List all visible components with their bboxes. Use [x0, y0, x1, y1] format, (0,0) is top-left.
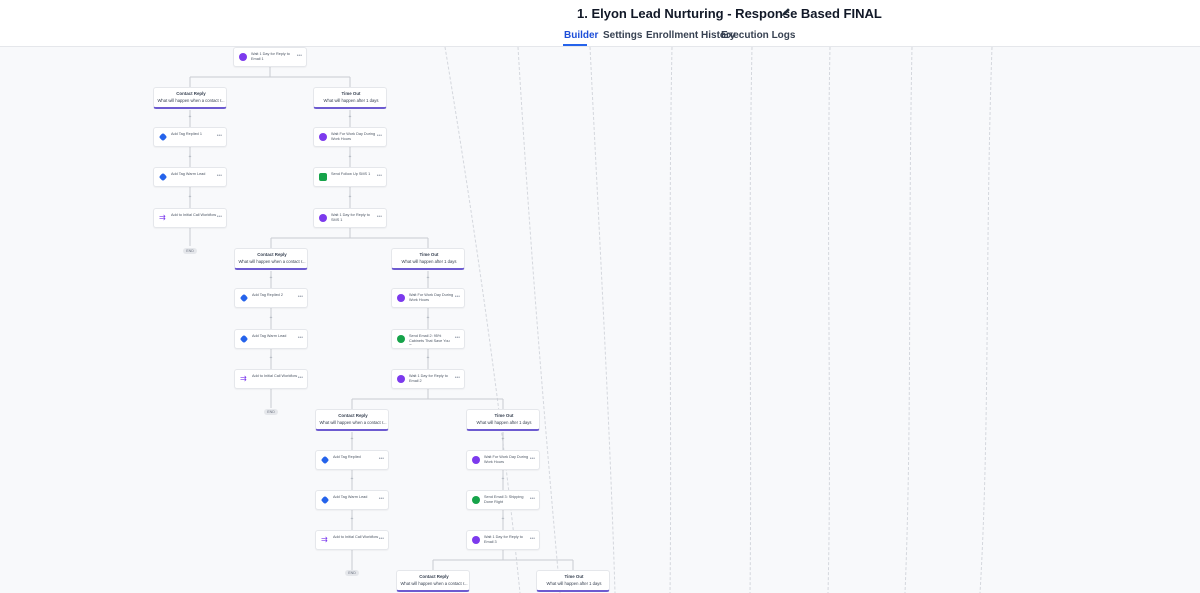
branch-time-out[interactable]: Time Out What will happen after 1 days — [466, 409, 540, 431]
tab-execution-logs[interactable]: Execution Logs — [721, 30, 795, 41]
workflow-node[interactable]: Add Tag Replied ••• — [315, 450, 389, 470]
workflow-node[interactable]: Wait For Work Day During Work Hours ••• — [391, 288, 465, 308]
add-step-button[interactable]: + — [187, 194, 193, 200]
branch-time-out[interactable]: Time Out What will happen after 1 days — [536, 570, 610, 592]
add-step-button[interactable]: + — [349, 476, 355, 482]
add-step-button[interactable]: + — [268, 315, 274, 321]
workflow-node[interactable]: Wait For Work Day During Work Hours ••• — [313, 127, 387, 147]
active-tab-indicator — [563, 44, 587, 46]
branch-contact-reply[interactable]: Contact Reply What will happen when a co… — [315, 409, 389, 431]
branch-contact-reply[interactable]: Contact Reply What will happen when a co… — [396, 570, 470, 592]
add-step-button[interactable]: + — [347, 114, 353, 120]
more-options-icon[interactable]: ••• — [377, 174, 382, 179]
clock-icon — [472, 536, 480, 544]
pencil-edit-icon[interactable] — [780, 5, 792, 19]
more-options-icon[interactable]: ••• — [298, 336, 303, 341]
workflow-node[interactable]: Wait 1 Day for Reply to Email 2 ••• — [391, 369, 465, 389]
tag-icon — [158, 132, 168, 142]
workflow-node[interactable]: Send Follow Up SMS 1 ••• — [313, 167, 387, 187]
clock-icon — [319, 133, 327, 141]
more-options-icon[interactable]: ••• — [455, 295, 460, 300]
more-options-icon[interactable]: ••• — [530, 537, 535, 542]
more-options-icon[interactable]: ••• — [530, 457, 535, 462]
more-options-icon[interactable]: ••• — [379, 537, 384, 542]
workflow-node[interactable]: ⇉ Add to Initial Call Workflow ••• — [153, 208, 227, 228]
add-step-button[interactable]: + — [425, 315, 431, 321]
email-icon — [397, 335, 405, 343]
tab-bar: Builder Settings Enrollment History Exec… — [0, 24, 1200, 47]
branch-time-out[interactable]: Time Out What will happen after 1 days — [313, 87, 387, 109]
more-options-icon[interactable]: ••• — [455, 376, 460, 381]
workflow-node[interactable]: Wait For Work Day During Work Hours ••• — [466, 450, 540, 470]
branch-contact-reply[interactable]: Contact Reply What will happen when a co… — [234, 248, 308, 270]
tag-icon — [158, 172, 168, 182]
clock-icon — [239, 53, 247, 61]
add-step-button[interactable]: + — [187, 114, 193, 120]
add-step-button[interactable]: + — [268, 275, 274, 281]
workflow-canvas[interactable]: Wait 1 Day for Reply to Email 1 ••• Cont… — [0, 47, 1200, 593]
end-marker: END — [264, 409, 278, 415]
branch-time-out[interactable]: Time Out What will happen after 1 days — [391, 248, 465, 270]
workflow-node[interactable]: Add Tag Warm Lead ••• — [315, 490, 389, 510]
more-options-icon[interactable]: ••• — [217, 174, 222, 179]
more-options-icon[interactable]: ••• — [379, 497, 384, 502]
add-to-workflow-icon: ⇉ — [321, 535, 328, 544]
add-step-button[interactable]: + — [349, 516, 355, 522]
workflow-node[interactable]: Add Tag Replied 2 ••• — [234, 288, 308, 308]
workflow-node[interactable]: Wait 1 Day for Reply to SMS 1 ••• — [313, 208, 387, 228]
tag-icon — [320, 455, 330, 465]
add-step-button[interactable]: + — [425, 355, 431, 361]
tab-builder[interactable]: Builder — [564, 30, 598, 41]
tag-icon — [320, 495, 330, 505]
tag-icon — [239, 334, 249, 344]
add-step-button[interactable]: + — [347, 154, 353, 160]
clock-icon — [397, 294, 405, 302]
sms-icon — [319, 173, 327, 181]
workflow-node[interactable]: Add Tag Warm Lead ••• — [234, 329, 308, 349]
clock-icon — [397, 375, 405, 383]
add-to-workflow-icon: ⇉ — [159, 213, 166, 222]
more-options-icon[interactable]: ••• — [217, 215, 222, 220]
add-step-button[interactable]: + — [500, 436, 506, 442]
more-options-icon[interactable]: ••• — [217, 134, 222, 139]
top-bar: 1. Elyon Lead Nurturing - Response Based… — [0, 0, 1200, 25]
add-step-button[interactable]: + — [500, 476, 506, 482]
tag-icon — [239, 293, 249, 303]
end-marker: END — [345, 570, 359, 576]
add-step-button[interactable]: + — [349, 436, 355, 442]
workflow-node[interactable]: ⇉ Add to Initial Call Workflow ••• — [234, 369, 308, 389]
branch-contact-reply[interactable]: Contact Reply What will happen when a co… — [153, 87, 227, 109]
workflow-node[interactable]: Send Email 3: Shipping Done Right ••• — [466, 490, 540, 510]
workflow-node[interactable]: Add Tag Replied 1 ••• — [153, 127, 227, 147]
clock-icon — [472, 456, 480, 464]
email-icon — [472, 496, 480, 504]
workflow-node[interactable]: Wait 1 Day for Reply to Email 3 ••• — [466, 530, 540, 550]
more-options-icon[interactable]: ••• — [377, 134, 382, 139]
more-options-icon[interactable]: ••• — [530, 497, 535, 502]
add-step-button[interactable]: + — [425, 275, 431, 281]
workflow-node[interactable]: Add Tag Warm Lead ••• — [153, 167, 227, 187]
workflow-node[interactable]: Send Email 2: 95% Cabinets That Save You… — [391, 329, 465, 349]
more-options-icon[interactable]: ••• — [298, 376, 303, 381]
add-step-button[interactable]: + — [347, 194, 353, 200]
more-options-icon[interactable]: ••• — [377, 215, 382, 220]
more-options-icon[interactable]: ••• — [379, 457, 384, 462]
more-options-icon[interactable]: ••• — [297, 54, 302, 59]
workflow-node[interactable]: ⇉ Add to Initial Call Workflow ••• — [315, 530, 389, 550]
add-step-button[interactable]: + — [268, 355, 274, 361]
workflow-node[interactable]: Wait 1 Day for Reply to Email 1 ••• — [233, 47, 307, 67]
add-to-workflow-icon: ⇉ — [240, 374, 247, 383]
add-step-button[interactable]: + — [187, 154, 193, 160]
clock-icon — [319, 214, 327, 222]
tab-settings[interactable]: Settings — [603, 30, 642, 41]
more-options-icon[interactable]: ••• — [455, 336, 460, 341]
more-options-icon[interactable]: ••• — [298, 295, 303, 300]
workflow-title: 1. Elyon Lead Nurturing - Response Based… — [577, 6, 882, 21]
end-marker: END — [183, 248, 197, 254]
add-step-button[interactable]: + — [500, 516, 506, 522]
